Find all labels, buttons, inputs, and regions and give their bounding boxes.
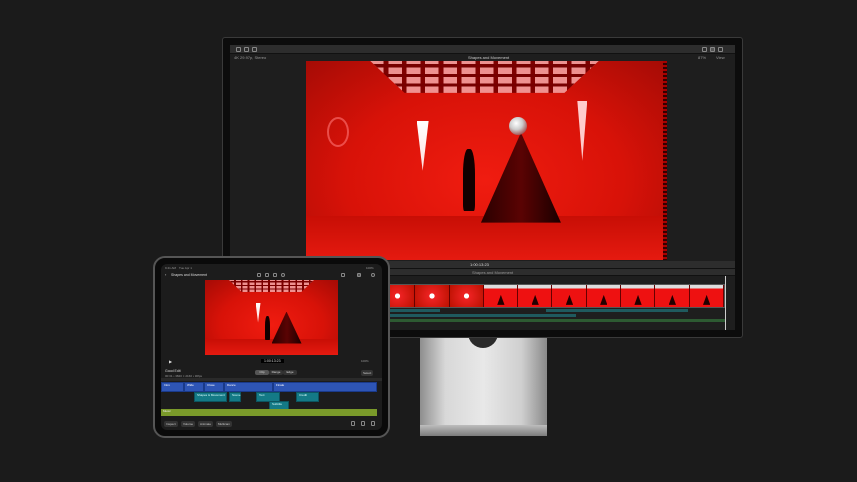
detach-icon[interactable] — [371, 421, 375, 426]
clip-frame — [552, 285, 587, 307]
mic-icon[interactable] — [273, 273, 277, 277]
share-icon[interactable] — [257, 273, 261, 277]
music-track[interactable] — [380, 319, 725, 322]
project-title[interactable]: Shapes and Movement — [171, 273, 207, 277]
split-icon[interactable] — [361, 421, 365, 426]
primary-storyline-clips[interactable] — [380, 284, 725, 308]
mirror-ball — [509, 116, 528, 135]
battery: 100% — [366, 266, 374, 270]
dancer-figure — [264, 316, 270, 340]
viewer-title: Shapes and Movement — [468, 55, 510, 60]
trash-icon[interactable] — [351, 421, 355, 426]
status-date: Tue Apr 1 — [179, 266, 192, 270]
timeline-project-name[interactable]: Shapes and Movement — [472, 270, 513, 275]
viewer-edge — [663, 61, 667, 260]
clip-frame — [689, 285, 724, 307]
clip-frame — [518, 285, 553, 307]
status-time: 9:41 AM — [165, 266, 177, 270]
pyramid — [480, 132, 561, 223]
clip-frame — [415, 285, 450, 307]
play-button[interactable]: ▶ — [169, 359, 172, 364]
connected-clip[interactable]: Shapes & Movement — [194, 392, 227, 402]
clip-frame — [586, 285, 622, 307]
mode-range[interactable]: Range — [269, 370, 283, 375]
timecode-display: 1:00:13:23 — [261, 359, 284, 363]
timecode-display: 1:00:13:23 — [470, 262, 489, 267]
timeline-clip[interactable]: Dance — [224, 382, 273, 392]
timeline-clip[interactable]: Finale — [273, 382, 377, 392]
mode-edge[interactable]: Edge — [283, 370, 297, 375]
zoom-level[interactable]: 100% — [361, 359, 369, 363]
music-track[interactable]: Music — [161, 409, 377, 416]
view-menu[interactable]: View — [716, 55, 725, 60]
playhead[interactable] — [725, 276, 726, 330]
ceiling-lines — [228, 280, 315, 292]
dancer-figure — [463, 148, 476, 211]
mode-clip[interactable]: Clip — [255, 370, 269, 375]
clip-frame — [483, 285, 519, 307]
ceiling-lines — [370, 61, 599, 93]
inspect-button[interactable]: Inspect — [164, 421, 178, 427]
camera-icon[interactable] — [265, 273, 269, 277]
timeline-clip[interactable]: Wide — [184, 382, 204, 392]
monitor-stand-foot — [420, 425, 547, 436]
timeline-clip[interactable]: Close — [204, 382, 224, 392]
audio-clip[interactable] — [546, 309, 688, 312]
clip-frame — [655, 285, 690, 307]
pyramid — [271, 311, 302, 344]
info-title: Good Edit — [165, 369, 181, 373]
clip-frame — [621, 285, 656, 307]
audio-clip[interactable] — [380, 314, 576, 317]
settings-icon[interactable] — [371, 273, 375, 277]
timeline-ruler[interactable] — [161, 378, 382, 381]
video-viewer[interactable] — [205, 280, 338, 355]
filmstrip — [381, 285, 724, 307]
video-viewer[interactable] — [306, 61, 663, 260]
layout-icon[interactable] — [702, 47, 707, 52]
back-chevron-icon[interactable]: ‹ — [165, 272, 166, 277]
library-icon[interactable] — [236, 47, 241, 52]
volume-button[interactable]: Volume — [181, 421, 196, 427]
ipad: 9:41 AM Tue Apr 1 100% ‹ Shapes and Move… — [153, 256, 390, 438]
hanging-lamp — [255, 302, 261, 323]
multicam-button[interactable]: Multicam — [216, 421, 233, 427]
live-drawing-icon[interactable] — [281, 273, 285, 277]
connected-clip[interactable]: Scene — [229, 392, 241, 402]
floor — [306, 216, 663, 260]
connected-clip[interactable]: Credit — [296, 392, 319, 402]
browser-icon[interactable] — [341, 273, 345, 277]
ipad-screen: 9:41 AM Tue Apr 1 100% ‹ Shapes and Move… — [161, 264, 382, 430]
animate-button[interactable]: Animate — [198, 421, 214, 427]
import-icon[interactable] — [244, 47, 249, 52]
floor — [205, 338, 338, 355]
wall-ring — [327, 116, 350, 147]
viewer-icon[interactable] — [357, 273, 361, 277]
zoom-menu[interactable]: 87% — [698, 55, 706, 60]
viewer-icon[interactable] — [710, 47, 715, 52]
keyword-icon[interactable] — [252, 47, 257, 52]
timeline-clip[interactable]: Intro — [161, 382, 184, 392]
hanging-lamp — [416, 120, 429, 171]
select-button[interactable]: Select — [361, 370, 374, 376]
monitor-toolbar — [230, 45, 735, 54]
wall-lamp — [577, 100, 588, 161]
share-icon[interactable] — [718, 47, 723, 52]
format-info: 4K 29.97p, Stereo — [234, 55, 267, 60]
clip-frame — [449, 285, 484, 307]
